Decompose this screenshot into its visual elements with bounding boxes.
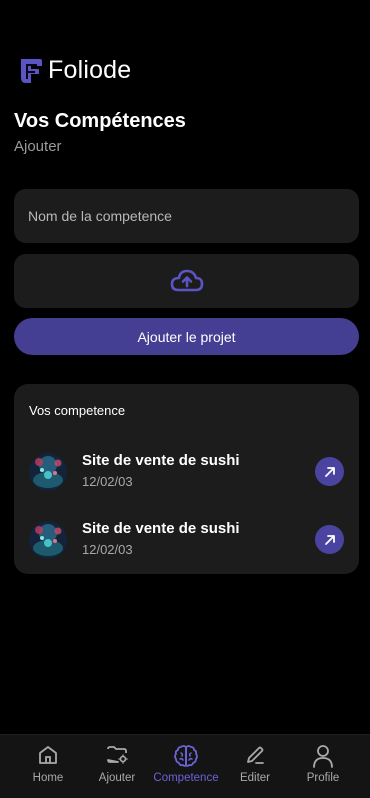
tab-editer[interactable]: Editer (220, 735, 290, 798)
list-item[interactable]: Site de vente de sushi 12/02/03 (14, 516, 359, 564)
competence-date: 12/02/03 (82, 542, 133, 557)
page-title: Vos Compétences (14, 110, 186, 132)
app-name: Foliode (48, 56, 132, 84)
open-competence-button[interactable] (315, 457, 344, 486)
cloud-upload-icon (170, 269, 203, 292)
competence-list-panel: Vos competence Site de vente de sushi 12… (14, 384, 359, 574)
competence-date: 12/02/03 (82, 474, 133, 489)
tab-ajouter[interactable]: Ajouter (82, 735, 152, 798)
folder-settings-icon (107, 746, 128, 764)
competence-title: Site de vente de sushi (82, 520, 240, 537)
tab-competence-label: Competence (153, 772, 219, 784)
add-project-button[interactable]: Ajouter le projet (14, 318, 359, 355)
home-icon (39, 746, 57, 764)
arrow-up-right-icon (324, 466, 335, 477)
tab-profile[interactable]: Profile (288, 735, 358, 798)
tab-home[interactable]: Home (13, 735, 83, 798)
brain-icon (174, 745, 198, 767)
upload-dropzone[interactable] (14, 254, 359, 308)
tab-editer-label: Editer (239, 772, 271, 784)
tab-profile-label: Profile (306, 772, 340, 784)
tab-competence[interactable]: Competence (151, 735, 221, 798)
bottom-tab-bar: Home Ajouter Competence Editer Profile (0, 734, 370, 798)
foliode-logo-icon (21, 58, 42, 83)
user-icon (313, 745, 333, 768)
competence-name-input[interactable] (14, 189, 359, 243)
page-subtitle: Ajouter (14, 138, 62, 155)
tab-home-label: Home (32, 772, 64, 784)
open-competence-button[interactable] (315, 525, 344, 554)
competence-thumbnail (29, 521, 67, 559)
arrow-up-right-icon (324, 534, 335, 545)
competence-thumbnail (29, 453, 67, 491)
tab-ajouter-label: Ajouter (98, 772, 136, 784)
list-item[interactable]: Site de vente de sushi 12/02/03 (14, 448, 359, 496)
competence-name-field[interactable] (14, 189, 359, 243)
pencil-icon (247, 746, 264, 764)
competence-list-title: Vos competence (29, 403, 126, 418)
app-logo: Foliode (18, 56, 131, 85)
competence-title: Site de vente de sushi (82, 452, 240, 469)
